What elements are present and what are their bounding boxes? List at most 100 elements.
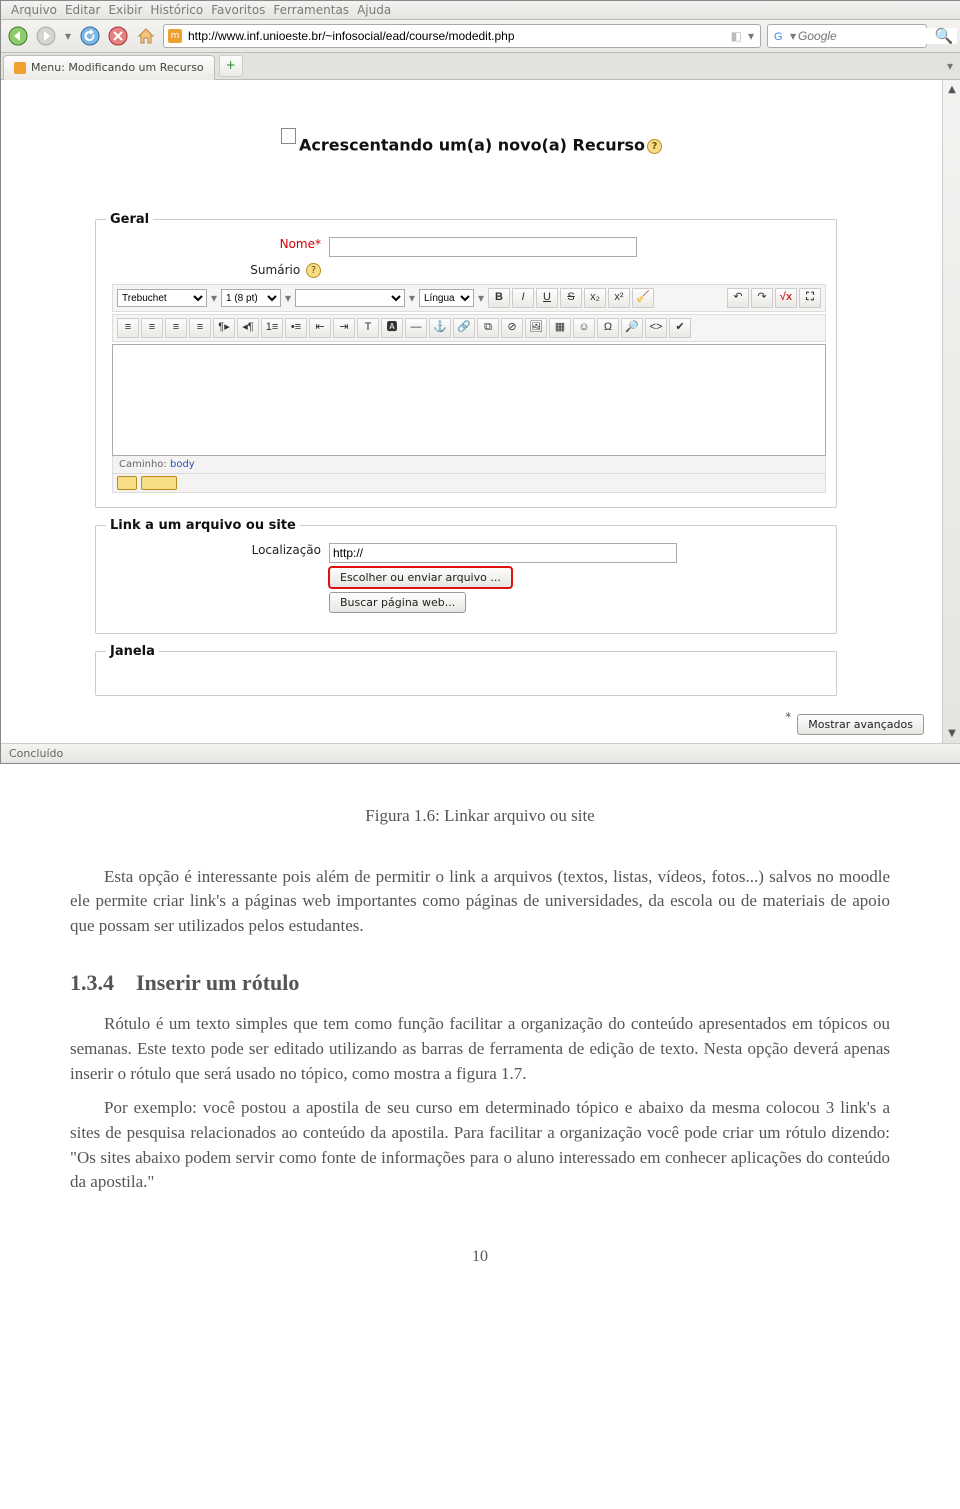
stop-button[interactable] xyxy=(107,25,129,47)
editor-bottom-bar xyxy=(112,474,826,493)
tabs-menu-button[interactable]: ▾ xyxy=(939,59,960,73)
help-icon[interactable]: ? xyxy=(647,139,662,154)
align-center-button[interactable]: ≡ xyxy=(141,318,163,338)
unlink-button[interactable]: ⧉ xyxy=(477,318,499,338)
legend-link: Link a um arquivo ou site xyxy=(106,518,300,533)
new-tab-button[interactable]: + xyxy=(219,55,243,77)
menu-ajuda[interactable]: Ajuda xyxy=(355,3,393,17)
style-select[interactable] xyxy=(295,289,405,307)
underline-button[interactable]: U xyxy=(536,288,558,308)
forward-button[interactable] xyxy=(35,25,57,47)
rtl-button[interactable]: ◂¶ xyxy=(237,318,259,338)
font-select[interactable]: Trebuchet xyxy=(117,289,207,307)
status-bar: Concluído xyxy=(1,743,960,763)
page-number: 10 xyxy=(70,1245,890,1268)
home-button[interactable] xyxy=(135,25,157,47)
hr-button[interactable]: — xyxy=(405,318,427,338)
table-button[interactable]: ▦ xyxy=(549,318,571,338)
required-star-icon: * xyxy=(785,710,791,735)
outdent-button[interactable]: ⇤ xyxy=(309,318,331,338)
reload-button[interactable] xyxy=(79,25,101,47)
scroll-down-icon[interactable]: ▼ xyxy=(948,728,956,739)
menu-historico[interactable]: Histórico xyxy=(148,3,205,17)
nolink-button[interactable]: ⊘ xyxy=(501,318,523,338)
help-sumario-icon[interactable]: ? xyxy=(306,263,321,278)
fieldset-link: Link a um arquivo ou site Localização Es… xyxy=(95,518,837,634)
menu-ferramentas[interactable]: Ferramentas xyxy=(271,3,351,17)
nav-history-dropdown[interactable]: ▾ xyxy=(63,29,73,43)
link-button[interactable]: 🔗 xyxy=(453,318,475,338)
nav-toolbar: ▾ m ◧ ▾ G ▾ 🔍 xyxy=(1,20,960,53)
ltr-button[interactable]: ¶▸ xyxy=(213,318,235,338)
paragraph-2: Rótulo é um texto simples que tem como f… xyxy=(70,1012,890,1086)
undo-button[interactable]: ↶ xyxy=(727,288,749,308)
rich-text-editor: Trebuchet ▾ 1 (8 pt) ▾ ▾ Língua ▾ B I U … xyxy=(112,284,826,493)
page-title: Acrescentando um(a) novo(a) Recurso? xyxy=(5,82,938,206)
menu-arquivo[interactable]: Arquivo xyxy=(9,3,59,17)
bgcolor-button[interactable]: 🅰 xyxy=(381,318,403,338)
input-localizacao[interactable] xyxy=(329,543,677,563)
align-justify-button[interactable]: ≡ xyxy=(189,318,211,338)
clean-button[interactable]: 🧹 xyxy=(632,288,654,308)
strike-button[interactable]: S xyxy=(560,288,582,308)
tab-label: Menu: Modificando um Recurso xyxy=(31,61,204,74)
find-button[interactable]: 🔎 xyxy=(621,318,643,338)
editor-resize-icon[interactable] xyxy=(141,476,177,490)
search-icon[interactable]: 🔍 xyxy=(933,27,955,45)
textcolor-button[interactable]: T xyxy=(357,318,379,338)
editor-toolbar-2: ≡ ≡ ≡ ≡ ¶▸ ◂¶ 1≡ •≡ ⇤ ⇥ T 🅰 — ⚓ xyxy=(112,314,826,342)
editor-help-icon[interactable] xyxy=(117,476,137,490)
editor-textarea[interactable] xyxy=(112,344,826,456)
subscript-button[interactable]: x₂ xyxy=(584,288,606,308)
anchor-button[interactable]: ⚓ xyxy=(429,318,451,338)
redo-button[interactable]: ↷ xyxy=(751,288,773,308)
url-dropdown[interactable]: ▾ xyxy=(746,29,756,43)
label-nome: Nome* xyxy=(280,237,321,251)
section-title: Inserir um rótulo xyxy=(136,970,299,995)
document-icon xyxy=(281,128,296,144)
lang-select[interactable]: Língua xyxy=(419,289,474,307)
image-button[interactable]: 🖼 xyxy=(525,318,547,338)
char-button[interactable]: Ω xyxy=(597,318,619,338)
paragraph-3: Por exemplo: você postou a apostila de s… xyxy=(70,1096,890,1195)
show-advanced-button[interactable]: Mostrar avançados xyxy=(797,714,924,735)
label-sumario: Sumário xyxy=(250,263,300,277)
size-select[interactable]: 1 (8 pt) xyxy=(221,289,281,307)
input-nome[interactable] xyxy=(329,237,637,257)
scroll-up-icon[interactable]: ▲ xyxy=(948,84,956,95)
menu-favoritos[interactable]: Favoritos xyxy=(209,3,267,17)
choose-file-button[interactable]: Escolher ou enviar arquivo ... xyxy=(329,567,512,588)
tab-active[interactable]: Menu: Modificando um Recurso xyxy=(3,55,215,80)
search-web-button[interactable]: Buscar página web... xyxy=(329,592,466,613)
superscript-button[interactable]: x² xyxy=(608,288,630,308)
align-right-button[interactable]: ≡ xyxy=(165,318,187,338)
menu-exibir[interactable]: Exibir xyxy=(106,3,144,17)
indent-button[interactable]: ⇥ xyxy=(333,318,355,338)
align-left-button[interactable]: ≡ xyxy=(117,318,139,338)
legend-janela: Janela xyxy=(106,644,159,659)
ul-button[interactable]: •≡ xyxy=(285,318,307,338)
italic-button[interactable]: I xyxy=(512,288,534,308)
smiley-button[interactable]: ☺ xyxy=(573,318,595,338)
sqrt-button[interactable]: √x xyxy=(775,288,797,308)
ol-button[interactable]: 1≡ xyxy=(261,318,283,338)
back-button[interactable] xyxy=(7,25,29,47)
editor-path-value: body xyxy=(170,459,195,470)
spell-button[interactable]: ✔ xyxy=(669,318,691,338)
fullscreen-button[interactable]: ⛶ xyxy=(799,288,821,308)
browser-window: Arquivo Editar Exibir Histórico Favorito… xyxy=(0,0,960,764)
bold-button[interactable]: B xyxy=(488,288,510,308)
feed-icon[interactable]: ◧ xyxy=(731,29,742,43)
scrollbar[interactable]: ▲ ▼ xyxy=(942,80,960,743)
figure-caption: Figura 1.6: Linkar arquivo ou site xyxy=(70,804,890,829)
menu-editar[interactable]: Editar xyxy=(63,3,103,17)
search-box[interactable]: G ▾ xyxy=(767,24,927,48)
html-button[interactable]: <> xyxy=(645,318,667,338)
label-localizacao: Localização xyxy=(252,543,321,557)
legend-geral: Geral xyxy=(106,212,153,227)
favicon-icon: m xyxy=(168,29,182,43)
url-bar[interactable]: m ◧ ▾ xyxy=(163,24,761,48)
section-heading: 1.3.4Inserir um rótulo xyxy=(70,967,890,999)
url-input[interactable] xyxy=(186,28,727,44)
svg-text:G: G xyxy=(774,31,783,43)
